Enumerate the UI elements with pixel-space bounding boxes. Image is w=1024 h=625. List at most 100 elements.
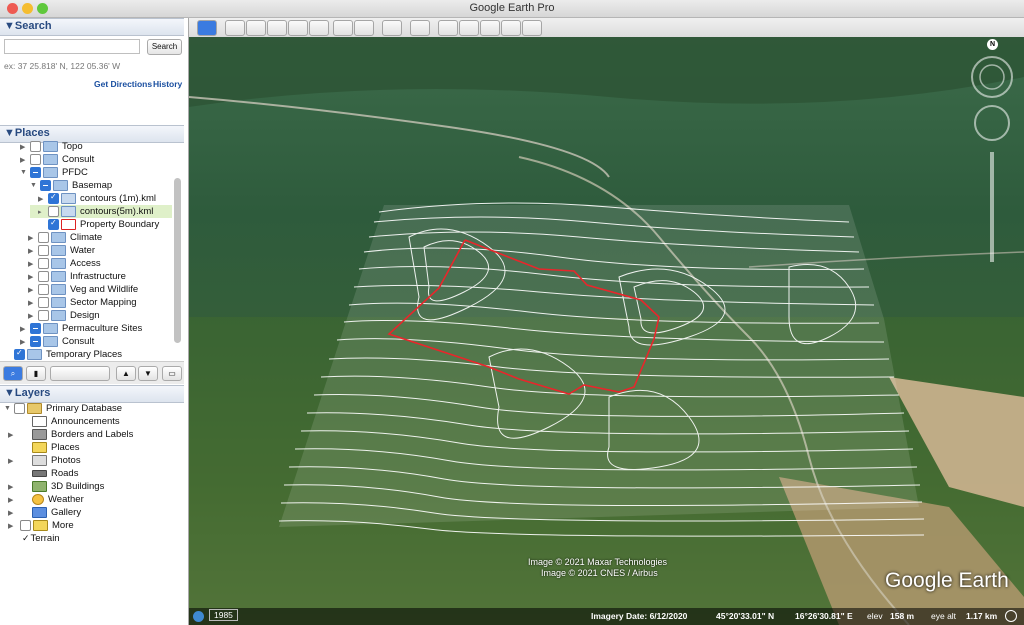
checkbox[interactable]: [48, 206, 59, 217]
search-panel-header[interactable]: ▼Search: [0, 18, 184, 36]
historical-imagery-icon[interactable]: [333, 20, 353, 36]
tree-item-climate[interactable]: ▶ Climate: [28, 231, 102, 244]
tree-item-consult-2[interactable]: ▶ Consult: [20, 335, 94, 348]
places-filter-input[interactable]: [50, 366, 110, 381]
checkbox[interactable]: [38, 310, 49, 321]
search-button[interactable]: Search: [147, 39, 182, 55]
layer-3d-buildings[interactable]: ▶ 3D Buildings: [8, 480, 104, 493]
expand-arrow-icon[interactable]: ▶: [8, 496, 16, 504]
tree-item-infrastructure[interactable]: ▶ Infrastructure: [28, 270, 126, 283]
navigation-controls[interactable]: [971, 56, 1013, 262]
expand-arrow-icon[interactable]: ▶: [28, 312, 36, 320]
places-scrollbar[interactable]: [174, 178, 181, 343]
add-image-overlay-icon[interactable]: [288, 20, 308, 36]
add-path-icon[interactable]: [267, 20, 287, 36]
expand-arrow-icon[interactable]: ▶: [28, 273, 36, 281]
tree-item-access[interactable]: ▶ Access: [28, 257, 101, 270]
checkbox[interactable]: [38, 284, 49, 295]
checkbox[interactable]: [38, 232, 49, 243]
map-view[interactable]: N Image © 2021 Maxar Technologies Image …: [189, 37, 1024, 625]
check-icon[interactable]: ✓: [22, 533, 30, 544]
tree-item-pfdc[interactable]: ▼ PFDC: [20, 166, 88, 179]
collapse-arrow-icon[interactable]: ▼: [20, 169, 28, 176]
expand-arrow-icon[interactable]: ▶: [28, 247, 36, 255]
checkbox[interactable]: [48, 192, 59, 204]
record-tour-icon[interactable]: [309, 20, 329, 36]
checkbox[interactable]: [30, 141, 41, 152]
layers-panel-header[interactable]: ▼Layers: [0, 385, 184, 403]
move-up-icon[interactable]: ▲: [116, 366, 136, 381]
panel-toggle-icon[interactable]: ▮: [26, 366, 46, 381]
get-directions-link[interactable]: Get Directions: [94, 79, 152, 89]
expand-arrow-icon[interactable]: ▶: [28, 260, 36, 268]
layer-weather[interactable]: ▶ Weather: [8, 493, 84, 506]
checkbox[interactable]: [20, 520, 31, 531]
expand-arrow-icon[interactable]: ▶: [8, 522, 16, 530]
expand-arrow-icon[interactable]: ▶: [8, 483, 16, 491]
expand-arrow-icon[interactable]: ▶: [38, 195, 46, 203]
layer-roads[interactable]: Roads: [32, 467, 78, 480]
search-places-icon[interactable]: ⌕: [3, 366, 23, 381]
expand-arrow-icon[interactable]: ▶: [8, 509, 16, 517]
layer-places[interactable]: Places: [32, 441, 80, 454]
tree-item-water[interactable]: ▶ Water: [28, 244, 95, 257]
view-in-maps-icon[interactable]: [501, 20, 521, 36]
search-input[interactable]: [4, 39, 140, 54]
tree-item-basemap[interactable]: ▼ Basemap: [30, 179, 112, 192]
print-icon[interactable]: [459, 20, 479, 36]
expand-arrow-icon[interactable]: ▶: [28, 299, 36, 307]
add-placemark-icon[interactable]: [225, 20, 245, 36]
expand-arrow-icon[interactable]: ▶: [28, 234, 36, 242]
checkbox[interactable]: [48, 218, 59, 230]
checkbox[interactable]: [30, 154, 41, 165]
expand-arrow-icon[interactable]: ▶: [20, 338, 28, 346]
expand-arrow-icon[interactable]: ▶: [20, 143, 28, 151]
tree-item-design[interactable]: ▶ Design: [28, 309, 100, 322]
expand-arrow-icon[interactable]: ▶: [28, 286, 36, 294]
ruler-icon[interactable]: [410, 20, 430, 36]
checkbox[interactable]: [30, 336, 41, 347]
expand-arrow-icon[interactable]: ▶: [20, 325, 28, 333]
layer-borders-and-labels[interactable]: ▶ Borders and Labels: [8, 428, 133, 441]
tree-item-consult[interactable]: ▶ Consult: [20, 153, 94, 166]
imagery-year[interactable]: 1985: [209, 609, 238, 621]
checkbox[interactable]: [38, 297, 49, 308]
add-polygon-icon[interactable]: [246, 20, 266, 36]
tree-item-temporary-places[interactable]: Temporary Places: [12, 348, 122, 361]
historical-imagery-globe-icon[interactable]: [193, 611, 204, 622]
checkbox[interactable]: [38, 258, 49, 269]
layer-photos[interactable]: ▶ Photos: [8, 454, 81, 467]
sunlight-icon[interactable]: [354, 20, 374, 36]
sidebar-toggle-icon[interactable]: [197, 20, 217, 36]
expand-arrow-icon[interactable]: ▶: [8, 457, 16, 465]
checkbox[interactable]: [38, 245, 49, 256]
expand-arrow-icon[interactable]: ▶: [8, 431, 16, 439]
history-link[interactable]: History: [153, 79, 182, 89]
layer-more[interactable]: ▶ More: [8, 519, 74, 532]
collapse-arrow-icon[interactable]: ▼: [30, 182, 38, 189]
expand-arrow-icon[interactable]: ▸: [38, 208, 46, 216]
expand-arrow-icon[interactable]: ▶: [20, 156, 28, 164]
compass-north-icon[interactable]: N: [987, 39, 998, 50]
web-icon[interactable]: [522, 20, 542, 36]
tree-item-veg-and-wildlife[interactable]: ▶ Veg and Wildlife: [28, 283, 138, 296]
tree-item-permaculture-sites[interactable]: ▶ Permaculture Sites: [20, 322, 142, 335]
layer-gallery[interactable]: ▶ Gallery: [8, 506, 81, 519]
checkbox[interactable]: [30, 323, 41, 334]
layer-primary-database[interactable]: ▼ Primary Database: [4, 402, 122, 415]
layer-announcements[interactable]: Announcements: [32, 415, 120, 428]
checkbox[interactable]: [38, 271, 49, 282]
checkbox[interactable]: [30, 167, 41, 178]
move-down-icon[interactable]: ▼: [138, 366, 158, 381]
tree-item-topo[interactable]: ▶ Topo: [20, 140, 83, 153]
save-image-icon[interactable]: [480, 20, 500, 36]
folder-add-icon[interactable]: ▭: [162, 366, 182, 381]
tree-item-contours-5m[interactable]: ▸ contours(5m).kml: [30, 205, 172, 218]
checkbox[interactable]: [14, 403, 25, 414]
layer-terrain[interactable]: ✓ Terrain: [22, 532, 60, 545]
earth-imagery[interactable]: [189, 37, 1024, 625]
tree-item-property-boundary[interactable]: Property Boundary: [46, 218, 159, 231]
checkbox[interactable]: [14, 348, 25, 360]
tree-item-contours-1m[interactable]: ▶ contours (1m).kml: [38, 192, 156, 205]
email-icon[interactable]: [438, 20, 458, 36]
